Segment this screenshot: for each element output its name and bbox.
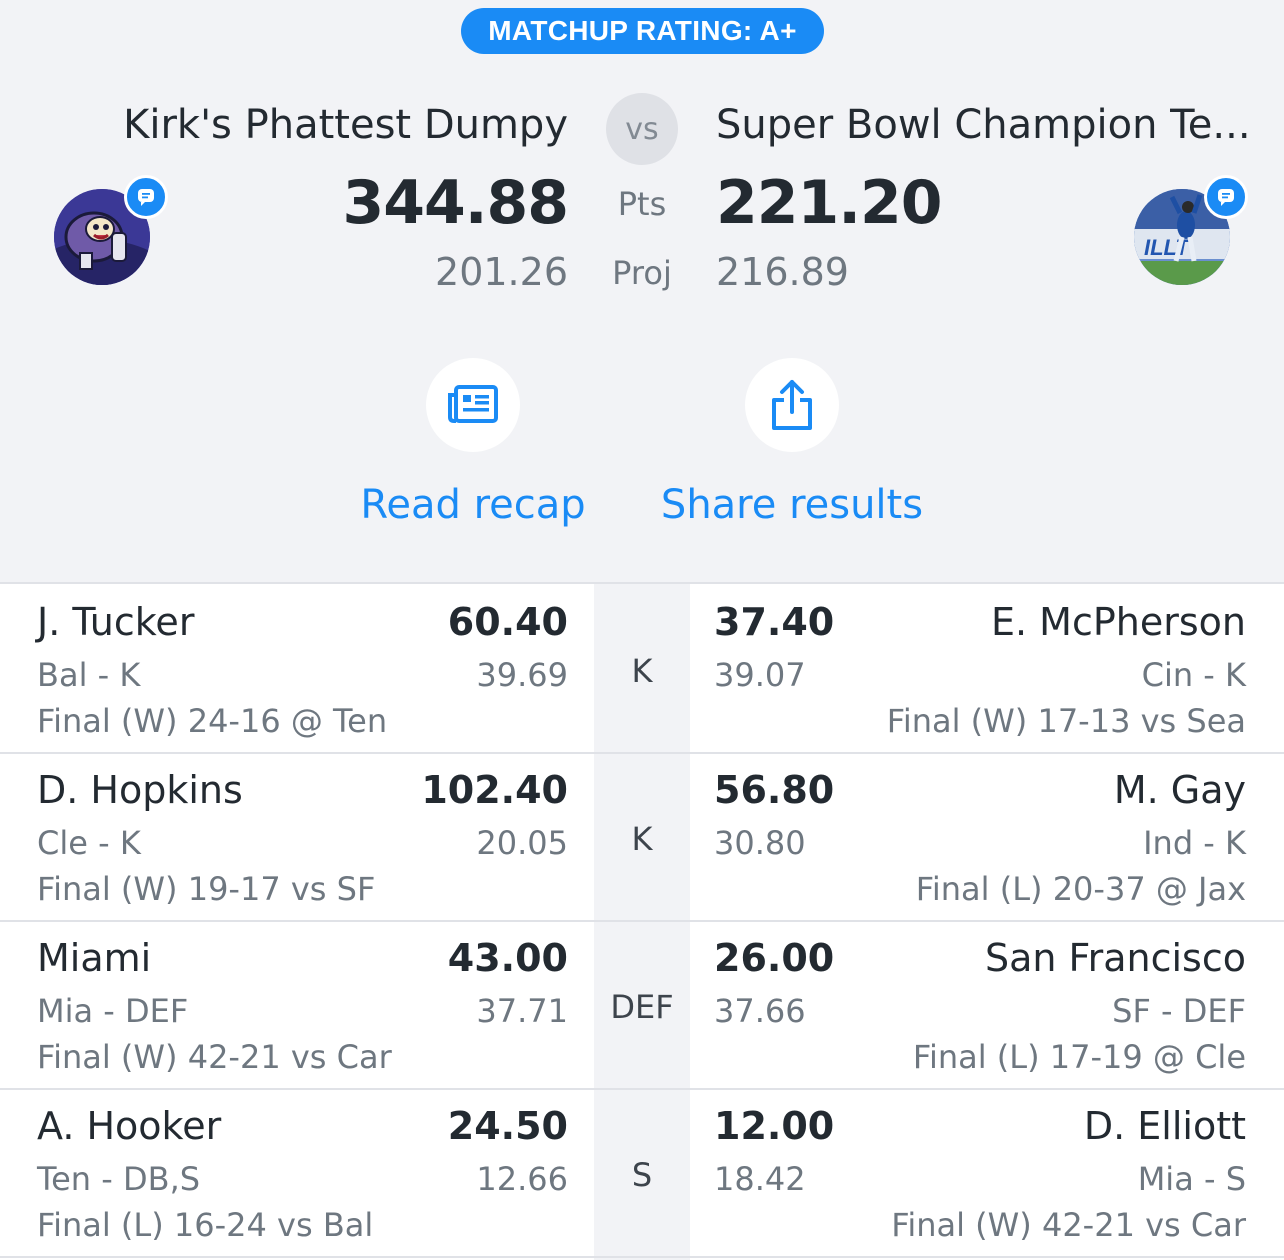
- share-results-button[interactable]: [745, 358, 839, 452]
- right-player-name[interactable]: San Francisco: [985, 936, 1246, 980]
- projected-label: Proj: [612, 254, 672, 292]
- left-player-points: 24.50: [447, 1104, 568, 1148]
- left-player-name[interactable]: D. Hopkins: [37, 768, 243, 812]
- roster-slot-label: K: [631, 820, 653, 858]
- read-recap-button[interactable]: [426, 358, 520, 452]
- vs-indicator: vs: [606, 93, 678, 165]
- left-player-projected: 37.71: [476, 992, 568, 1030]
- away-team-name[interactable]: Super Bowl Champion Te...: [716, 102, 1251, 148]
- right-player-projected: 30.80: [714, 824, 806, 862]
- left-player-game-result: Final (L) 16-24 vs Bal: [37, 1206, 374, 1244]
- left-player-projected: 12.66: [476, 1160, 568, 1198]
- player-row[interactable]: A. Hooker 24.50 Ten - DB,S 12.66 Final (…: [0, 1088, 1284, 1258]
- player-row[interactable]: J. Tucker 60.40 Bal - K 39.69 Final (W) …: [0, 584, 1284, 754]
- right-player-team-position: Cin - K: [1141, 656, 1246, 694]
- home-chat-icon[interactable]: [124, 175, 168, 219]
- right-player-game-result: Final (W) 42-21 vs Car: [891, 1206, 1246, 1244]
- left-player-team-position: Ten - DB,S: [37, 1160, 201, 1198]
- recap-icon: [448, 385, 498, 423]
- share-results-link[interactable]: Share results: [632, 482, 952, 528]
- away-team-points: 221.20: [716, 168, 943, 238]
- left-player-name[interactable]: J. Tucker: [37, 600, 194, 644]
- away-team-projected: 216.89: [716, 250, 849, 294]
- left-player-projected: 39.69: [476, 656, 568, 694]
- away-chat-icon[interactable]: [1204, 175, 1248, 219]
- left-player-game-result: Final (W) 19-17 vs SF: [37, 870, 376, 908]
- matchup-rating-badge: MATCHUP RATING: A+: [461, 8, 824, 54]
- right-player-game-result: Final (L) 17-19 @ Cle: [912, 1038, 1246, 1076]
- left-player-name[interactable]: Miami: [37, 936, 151, 980]
- left-player-game-result: Final (W) 24-16 @ Ten: [37, 702, 388, 740]
- left-player-game-result: Final (W) 42-21 vs Car: [37, 1038, 392, 1076]
- matchup-header: MATCHUP RATING: A+ Kirk's Phattest Dumpy…: [0, 0, 1284, 582]
- roster-slot-label: DEF: [610, 988, 674, 1026]
- home-team-projected: 201.26: [435, 250, 568, 294]
- left-player-team-position: Cle - K: [37, 824, 141, 862]
- right-player-points: 37.40: [714, 600, 835, 644]
- player-row[interactable]: D. Hopkins 102.40 Cle - K 20.05 Final (W…: [0, 752, 1284, 922]
- points-label: Pts: [617, 185, 667, 223]
- left-player-team-position: Bal - K: [37, 656, 141, 694]
- right-player-team-position: Mia - S: [1137, 1160, 1246, 1198]
- home-team-points: 344.88: [342, 168, 569, 238]
- share-icon: [772, 380, 812, 430]
- home-team-name[interactable]: Kirk's Phattest Dumpy: [123, 102, 568, 148]
- right-player-projected: 39.07: [714, 656, 806, 694]
- right-player-points: 26.00: [714, 936, 835, 980]
- right-player-projected: 37.66: [714, 992, 806, 1030]
- left-player-projected: 20.05: [476, 824, 568, 862]
- left-player-points: 43.00: [447, 936, 568, 980]
- left-player-team-position: Mia - DEF: [37, 992, 189, 1030]
- right-player-points: 12.00: [714, 1104, 835, 1148]
- right-player-team-position: Ind - K: [1143, 824, 1246, 862]
- right-player-projected: 18.42: [714, 1160, 806, 1198]
- roster-comparison: J. Tucker 60.40 Bal - K 39.69 Final (W) …: [0, 582, 1284, 1260]
- right-player-team-position: SF - DEF: [1112, 992, 1246, 1030]
- right-player-name[interactable]: D. Elliott: [1084, 1104, 1246, 1148]
- right-player-points: 56.80: [714, 768, 835, 812]
- left-player-points: 102.40: [421, 768, 568, 812]
- read-recap-link[interactable]: Read recap: [333, 482, 613, 528]
- left-player-name[interactable]: A. Hooker: [37, 1104, 221, 1148]
- player-row[interactable]: Miami 43.00 Mia - DEF 37.71 Final (W) 42…: [0, 920, 1284, 1090]
- right-player-name[interactable]: E. McPherson: [991, 600, 1246, 644]
- right-player-name[interactable]: M. Gay: [1114, 768, 1246, 812]
- roster-slot-label: S: [631, 1156, 653, 1194]
- right-player-game-result: Final (L) 20-37 @ Jax: [915, 870, 1246, 908]
- right-player-game-result: Final (W) 17-13 vs Sea: [886, 702, 1246, 740]
- roster-slot-label: K: [631, 652, 653, 690]
- left-player-points: 60.40: [447, 600, 568, 644]
